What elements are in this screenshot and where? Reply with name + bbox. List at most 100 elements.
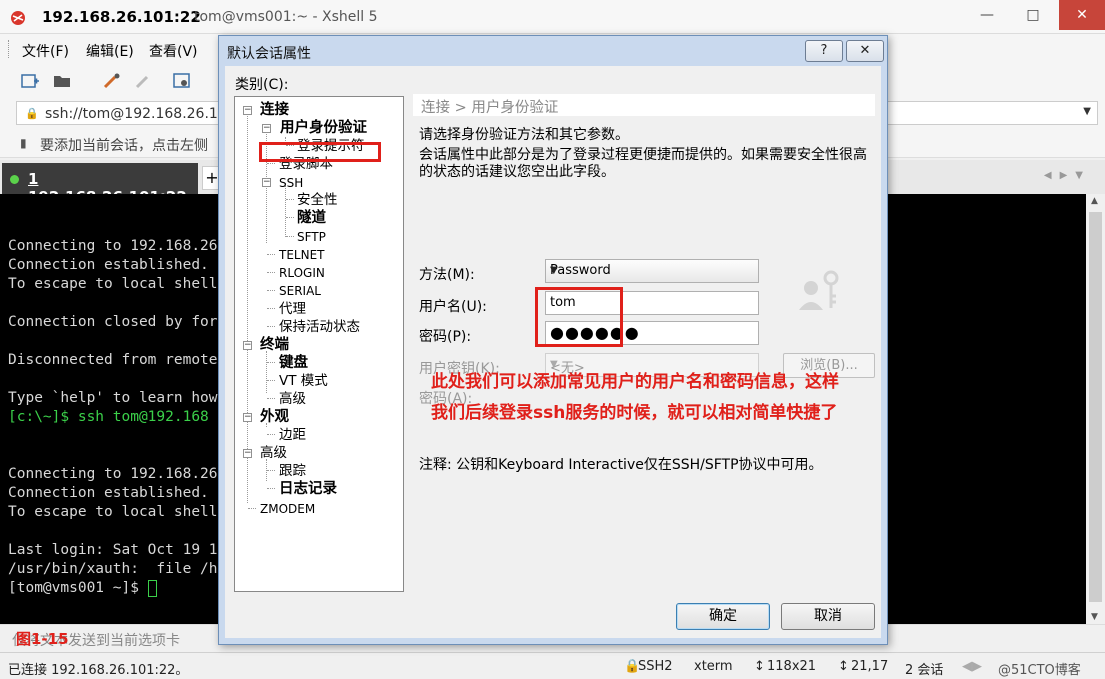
annotation-line-1: 此处我们可以添加常见用户的用户名和密码信息，这样 (431, 372, 839, 392)
method-label: 方法(M): (419, 267, 475, 283)
open-folder-icon[interactable] (52, 72, 72, 90)
connected-status-icon (10, 175, 19, 184)
terminal-line: To escape to local shell (8, 276, 218, 292)
method-select[interactable]: Password ▼ (545, 259, 759, 283)
tree-item-rlogin[interactable]: RLOGIN (279, 264, 325, 282)
menu-file[interactable]: 文件(F) (22, 41, 69, 61)
annotation-line-2: 我们后续登录ssh服务的时候，就可以相对简单快捷了 (431, 403, 838, 423)
address-dropdown-icon[interactable]: ▼ (1083, 106, 1091, 117)
properties-icon[interactable] (172, 72, 192, 90)
figure-label: 图1-15 (16, 630, 69, 648)
terminal-line: Type `help' to learn how (8, 390, 218, 406)
collapse-auth-icon[interactable]: − (262, 124, 271, 133)
scroll-up-icon[interactable]: ▲ (1091, 196, 1098, 206)
tree-item-appearance[interactable]: 外观 (260, 408, 289, 426)
password-label: 密码(P): (419, 329, 472, 345)
collapse-ssh-icon[interactable]: − (262, 178, 271, 187)
status-sessions: 2 会话 (905, 663, 944, 678)
status-bar: 已连接 192.168.26.101:22。 🔒 SSH2 xterm ↕ 11… (0, 652, 1105, 679)
ok-button[interactable]: 确定 (676, 603, 770, 630)
minimize-button[interactable]: — (970, 0, 1004, 30)
terminal-line: Last login: Sat Oct 19 1 (8, 542, 218, 558)
note-text: 注释: 公钥和Keyboard Interactive仅在SSH/SFTP协议中… (419, 457, 823, 473)
tree-item-telnet[interactable]: TELNET (279, 246, 325, 264)
terminal-line: Disconnected from remote (8, 352, 218, 368)
scroll-thumb[interactable] (1089, 212, 1102, 602)
tree-item-keyboard[interactable]: 键盘 (279, 354, 308, 372)
terminal-line: /usr/bin/xauth: file /h (8, 561, 218, 577)
dialog-title: 默认会话属性 (227, 46, 311, 62)
address-text: ssh://tom@192.168.26.1 (45, 106, 218, 122)
tree-item-connection[interactable]: 连接 (260, 101, 289, 119)
tree-item-security[interactable]: 安全性 (297, 191, 338, 209)
status-connected: 已连接 192.168.26.101:22。 (8, 663, 189, 678)
terminal-line: Connection established. (8, 257, 209, 273)
status-term: xterm (694, 659, 733, 674)
tree-item-keepalive[interactable]: 保持活动状态 (279, 318, 360, 336)
close-button[interactable]: ✕ (1059, 0, 1105, 30)
tree-item-log[interactable]: 日志记录 (279, 480, 337, 498)
terminal-line: Connecting to 192.168.26 (8, 238, 218, 254)
description-line: 请选择身份验证方法和其它参数。 (419, 127, 629, 143)
tree-item-proxy[interactable]: 代理 (279, 300, 306, 318)
menu-grip (8, 40, 11, 58)
tree-item-advanced[interactable]: 高级 (279, 390, 306, 408)
status-protocol: SSH2 (638, 659, 673, 674)
dialog-body: 类别(C): − 连接 − 用户身份验证 登录提示符 登录脚本 − SSH 安全… (225, 66, 881, 638)
tree-item-sftp[interactable]: SFTP (297, 228, 326, 246)
status-nav-icons[interactable]: ◀▶ (962, 659, 982, 674)
hint-text: 要添加当前会话，点击左侧 (40, 138, 208, 154)
scroll-down-icon[interactable]: ▼ (1091, 612, 1098, 622)
collapse-appearance-icon[interactable]: − (243, 413, 252, 422)
connect-icon[interactable] (102, 72, 122, 90)
tree-item-zmodem[interactable]: ZMODEM (260, 500, 315, 518)
window-title: tom@vms001:~ - Xshell 5 (194, 9, 378, 25)
bookmark-icon: ▮ (20, 136, 27, 150)
tab-session-1[interactable]: 1 192.168.26.101:22 (2, 163, 198, 206)
chevron-down-icon: ▼ (550, 265, 558, 276)
lock-icon: 🔒 (25, 107, 39, 120)
disconnect-icon[interactable] (134, 72, 154, 90)
username-label: 用户名(U): (419, 299, 487, 315)
maximize-button[interactable]: □ (1016, 0, 1050, 30)
watermark: @51CTO博客 (998, 663, 1081, 678)
xshell-logo-icon (11, 11, 25, 25)
tree-item-ssh[interactable]: SSH (279, 174, 303, 192)
terminal-line: [c:\~]$ ssh tom@192.168 (8, 409, 209, 425)
terminal-line: To escape to local shell (8, 504, 218, 520)
tree-item-margin[interactable]: 边距 (279, 426, 306, 444)
menu-edit[interactable]: 编辑(E) (86, 41, 134, 61)
collapse-terminal-icon[interactable]: − (243, 341, 252, 350)
resize-icon: ↕ (754, 659, 765, 674)
tree-item-advanced-root[interactable]: 高级 (260, 444, 287, 462)
terminal-line: Connection closed by for (8, 314, 218, 330)
terminal-prompt-line: [tom@vms001 ~]$ (8, 579, 157, 598)
cancel-button[interactable]: 取消 (781, 603, 875, 630)
title-bar: 192.168.26.101:22 tom@vms001:~ - Xshell … (0, 0, 1105, 34)
tab-scroll-icons[interactable]: ◀▶▼ (1044, 170, 1091, 181)
help-button[interactable]: ? (805, 40, 843, 62)
tree-item-terminal[interactable]: 终端 (260, 336, 289, 354)
new-session-icon[interactable] (20, 72, 40, 90)
tree-item-trace[interactable]: 跟踪 (279, 462, 306, 480)
menu-view[interactable]: 查看(V) (149, 41, 198, 61)
breadcrumb: 连接 > 用户身份验证 (413, 94, 875, 116)
user-key-icon (799, 270, 839, 310)
tree-item-vt-mode[interactable]: VT 模式 (279, 372, 328, 390)
tree-item-auth[interactable]: 用户身份验证 (280, 119, 367, 137)
cursor-pos-icon: ↕ (838, 659, 849, 674)
dialog-close-button[interactable]: ✕ (846, 40, 884, 62)
window-title-host: 192.168.26.101:22 (42, 8, 201, 26)
category-tree: − 连接 − 用户身份验证 登录提示符 登录脚本 − SSH 安全性 隧道 SF… (234, 96, 404, 592)
terminal-cursor (147, 579, 157, 597)
collapse-connection-icon[interactable]: − (243, 106, 252, 115)
terminal-scrollbar[interactable]: ▲ ▼ (1086, 194, 1105, 624)
category-label: 类别(C): (235, 77, 289, 93)
highlight-box-credentials (535, 287, 623, 347)
tree-item-tunnel[interactable]: 隧道 (297, 209, 326, 227)
tree-item-serial[interactable]: SERIAL (279, 282, 321, 300)
terminal-line: Connection established. (8, 485, 209, 501)
description-paragraph: 会话属性中此部分是为了登录过程更便捷而提供的。如果需要安全性很高的状态的话建议您… (419, 147, 867, 180)
highlight-box-auth (259, 142, 381, 162)
collapse-advanced-icon[interactable]: − (243, 449, 252, 458)
